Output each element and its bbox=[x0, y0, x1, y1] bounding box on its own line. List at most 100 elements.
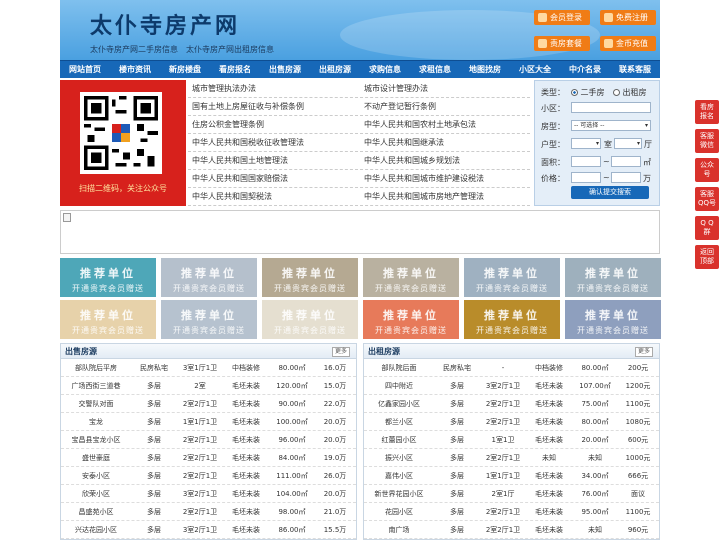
listing-row[interactable]: 宝昌县宝龙小区 多层 2室2厅1卫 毛坯未装 96.00㎡ 20.0万 bbox=[61, 431, 356, 449]
package-button[interactable]: 责房套餐 bbox=[534, 36, 590, 51]
nav-want-buy[interactable]: 求购信息 bbox=[360, 61, 410, 78]
listing-row[interactable]: 四中附近 多层 3室2厅1卫 毛坯未装 107.00㎡ 1200元 bbox=[364, 377, 659, 395]
recommend-tile[interactable]: 推荐单位 开通贵宾会员赠送 bbox=[60, 258, 156, 297]
site-title[interactable]: 太仆寺房产网 bbox=[90, 8, 240, 40]
banner-ad[interactable] bbox=[60, 210, 660, 254]
nav-contact[interactable]: 联系客服 bbox=[610, 61, 660, 78]
listing-community[interactable]: 花园小区 bbox=[364, 503, 434, 520]
type-radio-rent[interactable]: 出租房 bbox=[613, 87, 647, 98]
sale-more-button[interactable]: 更多 bbox=[331, 347, 350, 357]
listing-row[interactable]: 振兴小区 多层 2室2厅1卫 未知 未知 1000元 bbox=[364, 449, 659, 467]
nav-viewing[interactable]: 看房报名 bbox=[210, 61, 260, 78]
listing-row[interactable]: 欣荣小区 多层 3室2厅1卫 毛坯未装 104.00㎡ 20.0万 bbox=[61, 485, 356, 503]
listing-community[interactable]: 部队院后平房 bbox=[61, 359, 131, 376]
listing-row[interactable]: 昌盛苑小区 多层 2室2厅1卫 毛坯未装 98.00㎡ 21.0万 bbox=[61, 503, 356, 521]
regulation-link[interactable]: 中华人民共和国城市房地产管理法 bbox=[360, 188, 530, 206]
price-min-input[interactable] bbox=[571, 172, 601, 183]
type-radio-secondhand[interactable]: 二手房 bbox=[571, 87, 605, 98]
listing-community[interactable]: 都兰小区 bbox=[364, 413, 434, 430]
listing-row[interactable]: 安泰小区 多层 2室2厅1卫 毛坯未装 111.00㎡ 26.0万 bbox=[61, 467, 356, 485]
listing-community[interactable]: 宝昌县宝龙小区 bbox=[61, 431, 131, 448]
recharge-button[interactable]: 金币充值 bbox=[600, 36, 656, 51]
listing-community[interactable]: 亿鑫家园小区 bbox=[364, 395, 434, 412]
recommend-tile[interactable]: 推荐单位 开通贵宾会员赠送 bbox=[464, 300, 560, 339]
nav-sale[interactable]: 出售房源 bbox=[260, 61, 310, 78]
recommend-tile[interactable]: 推荐单位 开通贵宾会员赠送 bbox=[363, 300, 459, 339]
listing-row[interactable]: 南广场 多层 2室2厅1卫 毛坯未装 未知 960元 bbox=[364, 521, 659, 539]
recommend-tile[interactable]: 推荐单位 开通贵宾会员赠送 bbox=[262, 258, 358, 297]
listing-row[interactable]: 兴达花园小区 多层 3室2厅1卫 毛坯未装 86.00㎡ 15.5万 bbox=[61, 521, 356, 539]
room-select[interactable]: ▾ bbox=[571, 138, 601, 149]
area-max-input[interactable] bbox=[611, 156, 641, 167]
side-qq-button[interactable]: 客服 QQ号 bbox=[695, 187, 719, 211]
regulation-link[interactable]: 中华人民共和国继承法 bbox=[360, 134, 530, 152]
regulation-link[interactable]: 城市管理执法办法 bbox=[188, 80, 358, 98]
listing-community[interactable]: 安泰小区 bbox=[61, 467, 131, 484]
listing-row[interactable]: 宝龙 多层 1室1厅1卫 毛坯未装 100.00㎡ 20.0万 bbox=[61, 413, 356, 431]
listing-community[interactable]: 昌盛苑小区 bbox=[61, 503, 131, 520]
nav-new-homes[interactable]: 新房楼盘 bbox=[160, 61, 210, 78]
listing-community[interactable]: 嘉伟小区 bbox=[364, 467, 434, 484]
recommend-tile[interactable]: 推荐单位 开通贵宾会员赠送 bbox=[565, 258, 661, 297]
price-max-input[interactable] bbox=[611, 172, 641, 183]
house-type-select[interactable]: -- 可选择 -- ▾ bbox=[571, 120, 651, 131]
regulation-link[interactable]: 国有土地上房屋征收与补偿条例 bbox=[188, 98, 358, 116]
register-button[interactable]: 免费注册 bbox=[600, 10, 656, 25]
side-back-to-top-button[interactable]: 返回 顶部 bbox=[695, 245, 719, 269]
side-viewing-button[interactable]: 看房 报名 bbox=[695, 100, 719, 124]
listing-row[interactable]: 交警队对面 多层 2室2厅1卫 毛坯未装 90.00㎡ 22.0万 bbox=[61, 395, 356, 413]
rent-more-button[interactable]: 更多 bbox=[634, 347, 653, 357]
listing-row[interactable]: 部队院后面 民房私宅 - 中档装修 80.00㎡ 200元 bbox=[364, 359, 659, 377]
hall-select[interactable]: ▾ bbox=[614, 138, 642, 149]
side-wechat-button[interactable]: 客服 微信 bbox=[695, 129, 719, 153]
listing-row[interactable]: 红蕾园小区 多层 1室1卫 毛坯未装 20.00㎡ 600元 bbox=[364, 431, 659, 449]
regulation-link[interactable]: 中华人民共和国土地管理法 bbox=[188, 152, 358, 170]
listing-community[interactable]: 红蕾园小区 bbox=[364, 431, 434, 448]
regulation-link[interactable]: 中华人民共和国城市维护建设税法 bbox=[360, 170, 530, 188]
listing-community[interactable]: 广场西街三道巷 bbox=[61, 377, 131, 394]
listing-community[interactable]: 部队院后面 bbox=[364, 359, 434, 376]
recommend-tile[interactable]: 推荐单位 开通贵宾会员赠送 bbox=[161, 258, 257, 297]
listing-row[interactable]: 花园小区 多层 2室2厅1卫 毛坯未装 95.00㎡ 1100元 bbox=[364, 503, 659, 521]
listing-row[interactable]: 嘉伟小区 多层 1室1厅1卫 毛坯未装 34.00㎡ 666元 bbox=[364, 467, 659, 485]
listing-community[interactable]: 盛世豪庭 bbox=[61, 449, 131, 466]
listing-row[interactable]: 盛世豪庭 多层 2室2厅1卫 毛坯未装 84.00㎡ 19.0万 bbox=[61, 449, 356, 467]
listing-row[interactable]: 广场西街三道巷 多层 2室 毛坯未装 120.00㎡ 15.0万 bbox=[61, 377, 356, 395]
nav-news[interactable]: 楼市资讯 bbox=[110, 61, 160, 78]
listing-community[interactable]: 兴达花园小区 bbox=[61, 521, 131, 538]
regulation-link[interactable]: 住房公积金管理条例 bbox=[188, 116, 358, 134]
listing-row[interactable]: 新世界花园小区 多层 2室1厅 毛坯未装 76.00㎡ 面议 bbox=[364, 485, 659, 503]
listing-row[interactable]: 都兰小区 多层 2室2厅1卫 毛坯未装 80.00㎡ 1080元 bbox=[364, 413, 659, 431]
recommend-tile[interactable]: 推荐单位 开通贵宾会员赠送 bbox=[161, 300, 257, 339]
regulation-link[interactable]: 中华人民共和国国家赔偿法 bbox=[188, 170, 358, 188]
listing-community[interactable]: 振兴小区 bbox=[364, 449, 434, 466]
recommend-tile[interactable]: 推荐单位 开通贵宾会员赠送 bbox=[565, 300, 661, 339]
area-min-input[interactable] bbox=[571, 156, 601, 167]
listing-row[interactable]: 亿鑫家园小区 多层 2室2厅1卫 毛坯未装 75.00㎡ 1100元 bbox=[364, 395, 659, 413]
community-input[interactable] bbox=[571, 102, 651, 113]
nav-rent[interactable]: 出租房源 bbox=[310, 61, 360, 78]
listing-community[interactable]: 交警队对面 bbox=[61, 395, 131, 412]
regulation-link[interactable]: 中华人民共和国契税法 bbox=[188, 188, 358, 206]
search-submit-button[interactable]: 确认提交搜索 bbox=[571, 186, 649, 199]
nav-want-rent[interactable]: 求租信息 bbox=[410, 61, 460, 78]
listing-community[interactable]: 南广场 bbox=[364, 521, 434, 538]
nav-communities[interactable]: 小区大全 bbox=[510, 61, 560, 78]
login-button[interactable]: 会员登录 bbox=[534, 10, 590, 25]
recommend-tile[interactable]: 推荐单位 开通贵宾会员赠送 bbox=[363, 258, 459, 297]
side-qq-group-button[interactable]: Q Q群 bbox=[695, 216, 719, 240]
nav-map[interactable]: 地图找房 bbox=[460, 61, 510, 78]
nav-home[interactable]: 网站首页 bbox=[60, 61, 110, 78]
listing-community[interactable]: 四中附近 bbox=[364, 377, 434, 394]
nav-agents[interactable]: 中介名录 bbox=[560, 61, 610, 78]
listing-community[interactable]: 宝龙 bbox=[61, 413, 131, 430]
regulation-link[interactable]: 不动产登记暂行条例 bbox=[360, 98, 530, 116]
regulation-link[interactable]: 中华人民共和国城乡规划法 bbox=[360, 152, 530, 170]
regulation-link[interactable]: 中华人民共和国税收征收管理法 bbox=[188, 134, 358, 152]
listing-row[interactable]: 部队院后平房 民房私宅 3室1厅1卫 中档装修 80.00㎡ 16.0万 bbox=[61, 359, 356, 377]
regulation-link[interactable]: 城市设计管理办法 bbox=[360, 80, 530, 98]
side-official-account-button[interactable]: 公众号 bbox=[695, 158, 719, 182]
recommend-tile[interactable]: 推荐单位 开通贵宾会员赠送 bbox=[60, 300, 156, 339]
recommend-tile[interactable]: 推荐单位 开通贵宾会员赠送 bbox=[262, 300, 358, 339]
listing-community[interactable]: 欣荣小区 bbox=[61, 485, 131, 502]
